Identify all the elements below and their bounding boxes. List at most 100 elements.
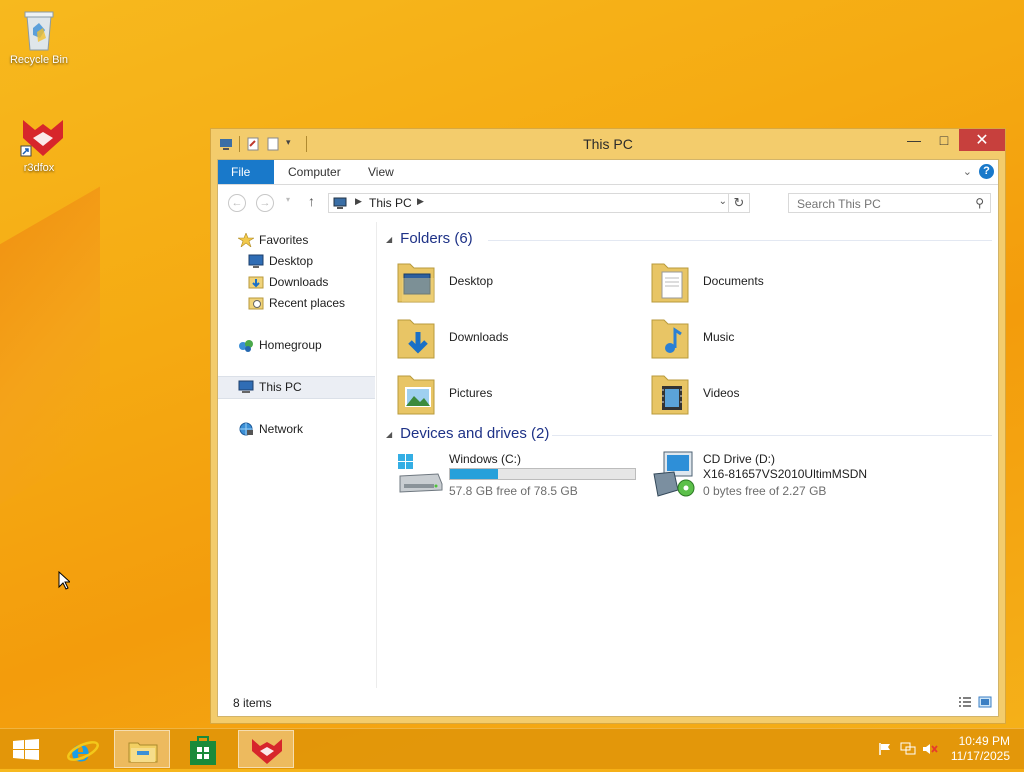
breadcrumb-this-pc[interactable]: This PC <box>369 196 412 210</box>
drive-volume-label: X16-81657VS2010UltimMSDN <box>703 467 868 481</box>
back-button[interactable]: ← <box>228 194 246 212</box>
forward-button[interactable]: → <box>256 194 274 212</box>
action-center-flag-icon[interactable] <box>878 742 892 759</box>
group-title: Devices and drives (2) <box>400 425 550 442</box>
refresh-icon[interactable]: ↻ <box>728 194 749 212</box>
large-icons-view-icon[interactable] <box>978 696 992 708</box>
chevron-right-icon[interactable]: ▶ <box>417 196 424 207</box>
desktop-icon-label: Recycle Bin <box>9 54 69 66</box>
taskbar: e 10:49 PM 11/17/2025 <box>0 728 1024 769</box>
item-count: 8 items <box>233 696 272 710</box>
content-pane: ◢Folders (6) Desktop Documents Download <box>378 222 998 688</box>
folder-tile-downloads[interactable]: Downloads <box>378 312 618 364</box>
file-explorer-taskbar-icon[interactable] <box>114 730 170 768</box>
collapse-icon[interactable]: ◢ <box>386 430 392 439</box>
downloads-folder-icon <box>396 314 436 362</box>
videos-folder-icon <box>650 370 690 418</box>
folder-tile-videos[interactable]: Videos <box>632 368 872 420</box>
expand-ribbon-icon[interactable]: ⌄ <box>963 165 972 178</box>
folder-name: Pictures <box>449 386 493 400</box>
minimize-button[interactable]: — <box>899 129 929 151</box>
desktop-icon-r3dfox[interactable]: r3dfox <box>1 116 77 174</box>
drive-free-space: 57.8 GB free of 78.5 GB <box>449 484 578 498</box>
folder-name: Music <box>703 330 735 344</box>
folder-tile-pictures[interactable]: Pictures <box>378 368 618 420</box>
svg-text:e: e <box>71 734 90 768</box>
nav-item-this-pc[interactable]: This PC <box>218 376 375 399</box>
r3dfox-icon <box>19 116 63 160</box>
drive-name: Windows (C:) <box>449 452 522 466</box>
clock-date: 11/17/2025 <box>950 749 1010 763</box>
start-button[interactable] <box>0 730 56 768</box>
nav-label: Homegroup <box>259 338 322 352</box>
folder-tile-documents[interactable]: Documents <box>632 256 872 308</box>
store-taskbar-icon[interactable] <box>175 730 231 768</box>
group-header-devices[interactable]: ◢ Devices and drives (2) <box>386 425 549 442</box>
maximize-button[interactable]: □ <box>929 129 959 151</box>
ribbon-tabs: File Computer View ⌄ ? <box>218 160 998 185</box>
drive-tile-windows-c[interactable]: Windows (C:) 57.8 GB free of 78.5 GB <box>378 450 648 506</box>
desktop-icon-label: r3dfox <box>23 162 55 174</box>
recent-locations-icon[interactable]: ▾ <box>286 195 290 204</box>
network-icon <box>238 422 254 436</box>
volume-muted-icon[interactable] <box>922 742 938 759</box>
cd-drive-icon <box>650 450 698 498</box>
tab-view[interactable]: View <box>355 160 407 184</box>
nav-item-recent-places[interactable]: Recent places <box>218 293 375 314</box>
navigation-bar: ← → ▾ ↑ ▶ This PC ▶ ⌄ ↻ ⚲ <box>218 185 998 221</box>
desktop-icon-recycle-bin[interactable]: Recycle Bin <box>1 8 77 66</box>
nav-item-network[interactable]: Network <box>218 419 375 440</box>
nav-item-downloads[interactable]: Downloads <box>218 272 375 293</box>
explorer-window: ▾ This PC — □ ✕ File Computer View ⌄ ? ←… <box>210 128 1006 724</box>
folder-name: Documents <box>703 274 764 288</box>
downloads-folder-icon <box>248 275 264 289</box>
tab-computer[interactable]: Computer <box>275 160 354 184</box>
group-title: Folders (6) <box>400 230 473 247</box>
group-header-folders[interactable]: ◢ Folders (6) <box>386 230 473 247</box>
folder-tile-music[interactable]: Music <box>632 312 872 364</box>
nav-item-homegroup[interactable]: Homegroup <box>218 335 375 356</box>
documents-folder-icon <box>650 258 690 306</box>
drive-tile-cd-d[interactable]: CD Drive (D:) X16-81657VS2010UltimMSDN 0… <box>632 450 932 506</box>
mouse-cursor-icon <box>58 570 72 593</box>
homegroup-icon <box>238 338 254 352</box>
nav-label: Network <box>259 422 304 436</box>
address-dropdown-icon[interactable]: ⌄ <box>719 196 727 207</box>
window-body: File Computer View ⌄ ? ← → ▾ ↑ ▶ This PC… <box>217 159 999 717</box>
computer-icon <box>238 380 254 394</box>
group-divider <box>552 435 992 436</box>
up-button[interactable]: ↑ <box>308 193 315 209</box>
r3dfox-taskbar-icon[interactable] <box>238 730 294 768</box>
drive-usage-bar <box>449 468 636 480</box>
desktop-folder-icon <box>396 258 436 306</box>
nav-item-favorites[interactable]: Favorites <box>218 230 375 251</box>
drive-free-space: 0 bytes free of 2.27 GB <box>703 484 827 498</box>
chevron-right-icon[interactable]: ▶ <box>355 196 362 207</box>
search-icon[interactable]: ⚲ <box>975 196 984 210</box>
collapse-icon[interactable]: ◢ <box>386 235 392 244</box>
music-folder-icon <box>650 314 690 362</box>
nav-label: Recent places <box>269 296 346 310</box>
group-divider <box>488 240 992 241</box>
internet-explorer-taskbar-icon[interactable]: e <box>55 730 111 769</box>
title-bar[interactable]: ▾ This PC — □ ✕ <box>211 129 1005 159</box>
search-box[interactable]: ⚲ <box>788 193 991 213</box>
details-view-icon[interactable] <box>958 696 972 708</box>
nav-item-desktop[interactable]: Desktop <box>218 251 375 272</box>
nav-label: Desktop <box>269 254 314 268</box>
address-bar[interactable]: ▶ This PC ▶ ⌄ ↻ <box>328 193 750 213</box>
close-button[interactable]: ✕ <box>959 129 1005 151</box>
drive-usage-fill <box>450 469 499 479</box>
search-input[interactable] <box>795 195 969 213</box>
nav-label: Downloads <box>269 275 329 289</box>
folder-tile-desktop[interactable]: Desktop <box>378 256 618 308</box>
folder-name: Downloads <box>449 330 509 344</box>
system-clock[interactable]: 10:49 PM 11/17/2025 <box>951 734 1010 764</box>
tab-file[interactable]: File <box>218 160 274 184</box>
folder-name: Desktop <box>449 274 494 288</box>
navigation-pane: Favorites Desktop Downloads Recent place… <box>218 222 377 688</box>
nav-label: This PC <box>259 380 302 394</box>
network-tray-icon[interactable] <box>900 742 916 759</box>
hard-drive-icon <box>396 450 444 498</box>
help-icon[interactable]: ? <box>979 164 994 179</box>
